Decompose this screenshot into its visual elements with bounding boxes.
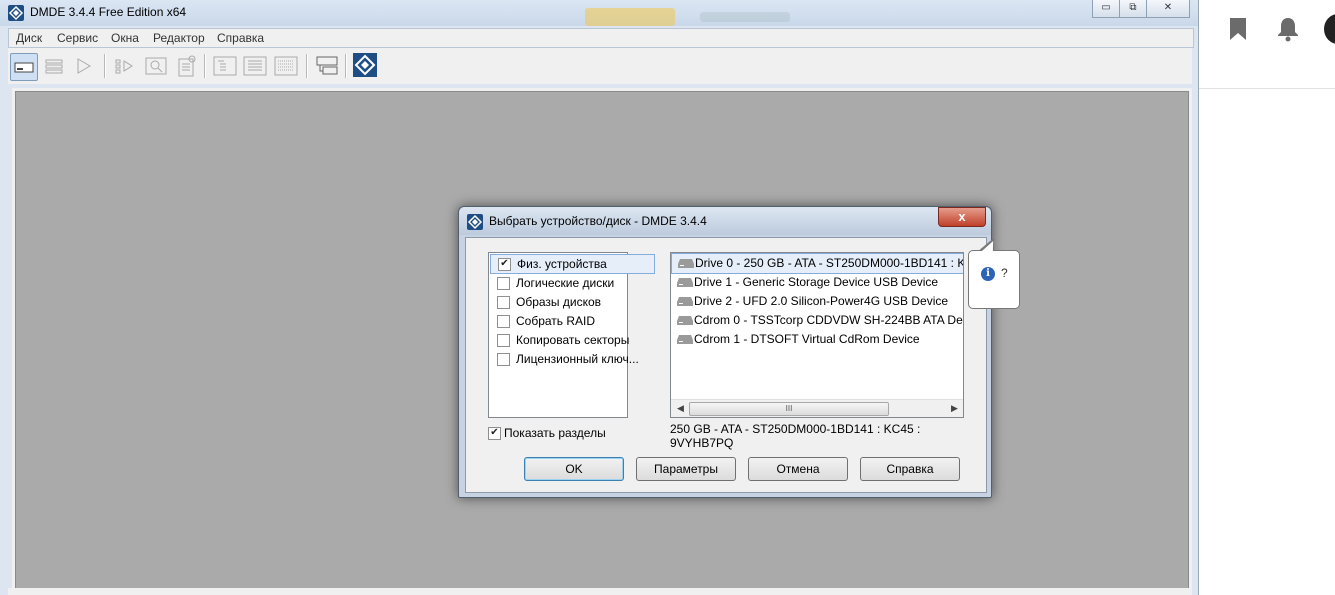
balloon-text: ? <box>1001 266 1008 280</box>
dialog-body: ✔ Физ. устройства Логические диски Образ… <box>465 237 987 493</box>
cancel-button[interactable]: Отмена <box>748 457 848 481</box>
scroll-thumb[interactable]: III <box>689 402 889 416</box>
dialog-title: Выбрать устройство/диск - DMDE 3.4.4 <box>489 214 707 228</box>
window-titlebar[interactable]: DMDE 3.4.4 Free Edition x64 ▭ ⧉ ✕ <box>0 0 1198 26</box>
device-item[interactable]: Cdrom 1 - DTSOFT Virtual CdRom Device <box>671 330 963 349</box>
menu-help[interactable]: Справка <box>217 31 264 45</box>
checkbox[interactable]: ✔ <box>488 427 501 440</box>
scroll-grip: III <box>785 404 793 413</box>
restore-button[interactable]: ⧉ <box>1119 0 1147 18</box>
view-mode-1-icon <box>213 56 237 76</box>
partitions-icon <box>45 59 63 74</box>
select-device-dialog: Выбрать устройство/диск - DMDE 3.4.4 x ✔… <box>458 206 992 498</box>
device-item[interactable]: Drive 0 - 250 GB - ATA - ST250DM000-1BD1… <box>671 253 963 274</box>
checkbox[interactable] <box>497 277 510 290</box>
close-icon: x <box>958 209 966 224</box>
hard-drive-icon <box>677 316 693 325</box>
option-license-key[interactable]: Лицензионный ключ... <box>490 350 654 368</box>
background-page-area <box>1198 0 1335 595</box>
info-icon: i <box>981 267 995 281</box>
help-balloon[interactable]: i ? <box>968 250 1020 309</box>
scroll-right-icon[interactable]: ▶ <box>951 403 958 414</box>
view-mode-3-button[interactable] <box>272 52 300 80</box>
dmde-logo-icon <box>353 53 377 77</box>
view-mode-2-icon <box>243 56 267 76</box>
help-button[interactable]: Справка <box>860 457 960 481</box>
minimize-button[interactable]: ▭ <box>1092 0 1120 18</box>
dialog-titlebar[interactable]: Выбрать устройство/диск - DMDE 3.4.4 x <box>459 207 991 235</box>
toolbar-separator <box>204 54 206 78</box>
minimize-icon: ▭ <box>1101 2 1111 13</box>
toolbar-separator <box>306 54 308 78</box>
checkbox[interactable] <box>497 334 510 347</box>
ok-button[interactable]: OK <box>524 457 624 481</box>
view-mode-1-button[interactable] <box>211 52 239 80</box>
option-build-raid[interactable]: Собрать RAID <box>490 312 654 330</box>
search-icon <box>145 57 167 75</box>
toolbar-separator <box>345 54 347 78</box>
background-blur <box>585 8 675 26</box>
disk-select-button[interactable] <box>10 53 38 81</box>
search-button[interactable] <box>142 52 170 80</box>
device-item[interactable]: Drive 1 - Generic Storage Device USB Dev… <box>671 273 963 292</box>
option-copy-sectors[interactable]: Копировать секторы <box>490 331 654 349</box>
device-info-line: 250 GB - ATA - ST250DM000-1BD141 : KC45 … <box>670 422 921 436</box>
hard-drive-icon <box>678 259 694 268</box>
log-button[interactable] <box>313 52 341 80</box>
checkbox[interactable]: ✔ <box>498 258 511 271</box>
dmde-logo-button[interactable] <box>352 52 380 80</box>
menu-service[interactable]: Сервис <box>57 31 98 45</box>
window-title: DMDE 3.4.4 Free Edition x64 <box>30 5 187 19</box>
background-blur <box>700 12 790 22</box>
disk-select-icon <box>14 62 34 73</box>
file-panel-icon <box>115 59 133 74</box>
checkbox[interactable] <box>497 296 510 309</box>
partitions-button[interactable] <box>41 52 69 80</box>
menu-editor[interactable]: Редактор <box>153 31 205 45</box>
status-strip <box>8 588 1192 595</box>
hard-drive-icon <box>677 278 693 287</box>
avatar[interactable] <box>1324 14 1335 44</box>
hard-drive-icon <box>677 335 693 344</box>
scroll-left-icon[interactable]: ◀ <box>677 403 684 414</box>
horizontal-scrollbar[interactable]: ◀ III ▶ <box>671 399 963 417</box>
window-left-border <box>0 84 8 595</box>
device-item[interactable]: Cdrom 0 - TSSTcorp CDDVDW SH-224BB ATA D… <box>671 311 963 330</box>
menu-disk[interactable]: Диск <box>16 31 42 45</box>
checkbox[interactable] <box>497 315 510 328</box>
option-physical-devices[interactable]: ✔ Физ. устройства <box>490 254 655 274</box>
close-window-button[interactable]: ✕ <box>1146 0 1190 18</box>
close-icon: ✕ <box>1163 2 1173 13</box>
cluster-map-button[interactable] <box>172 52 200 80</box>
file-panel-button[interactable] <box>112 52 140 80</box>
menu-windows[interactable]: Окна <box>111 31 139 45</box>
notification-bell-icon[interactable] <box>1276 16 1300 42</box>
device-info-line: 9VYHB7PQ <box>670 436 734 450</box>
dialog-close-button[interactable]: x <box>938 207 986 227</box>
view-mode-3-icon <box>274 56 298 76</box>
parameters-button[interactable]: Параметры <box>636 457 736 481</box>
checkbox[interactable] <box>497 353 510 366</box>
device-info: 250 GB - ATA - ST250DM000-1BD141 : KC45 … <box>670 422 950 450</box>
toolbar-separator <box>104 54 106 78</box>
bookmark-icon[interactable] <box>1230 18 1246 40</box>
hard-drive-icon <box>677 297 693 306</box>
device-list: Drive 0 - 250 GB - ATA - ST250DM000-1BD1… <box>670 252 964 418</box>
play-icon <box>77 58 91 74</box>
option-logical-disks[interactable]: Логические диски <box>490 274 654 292</box>
play-button[interactable] <box>70 52 98 80</box>
dmde-app-icon <box>467 214 483 230</box>
restore-icon: ⧉ <box>1129 2 1137 13</box>
device-item[interactable]: Drive 2 - UFD 2.0 Silicon-Power4G USB De… <box>671 292 963 311</box>
log-icon <box>316 56 338 75</box>
source-type-list: ✔ Физ. устройства Логические диски Образ… <box>488 252 655 418</box>
divider <box>1198 88 1335 89</box>
view-mode-2-button[interactable] <box>241 52 269 80</box>
menu-bar: Диск Сервис Окна Редактор Справка <box>8 28 1194 48</box>
option-disk-images[interactable]: Образы дисков <box>490 293 654 311</box>
cluster-map-icon <box>178 55 196 77</box>
toolbar <box>8 48 1192 84</box>
dmde-app-icon <box>8 5 24 21</box>
